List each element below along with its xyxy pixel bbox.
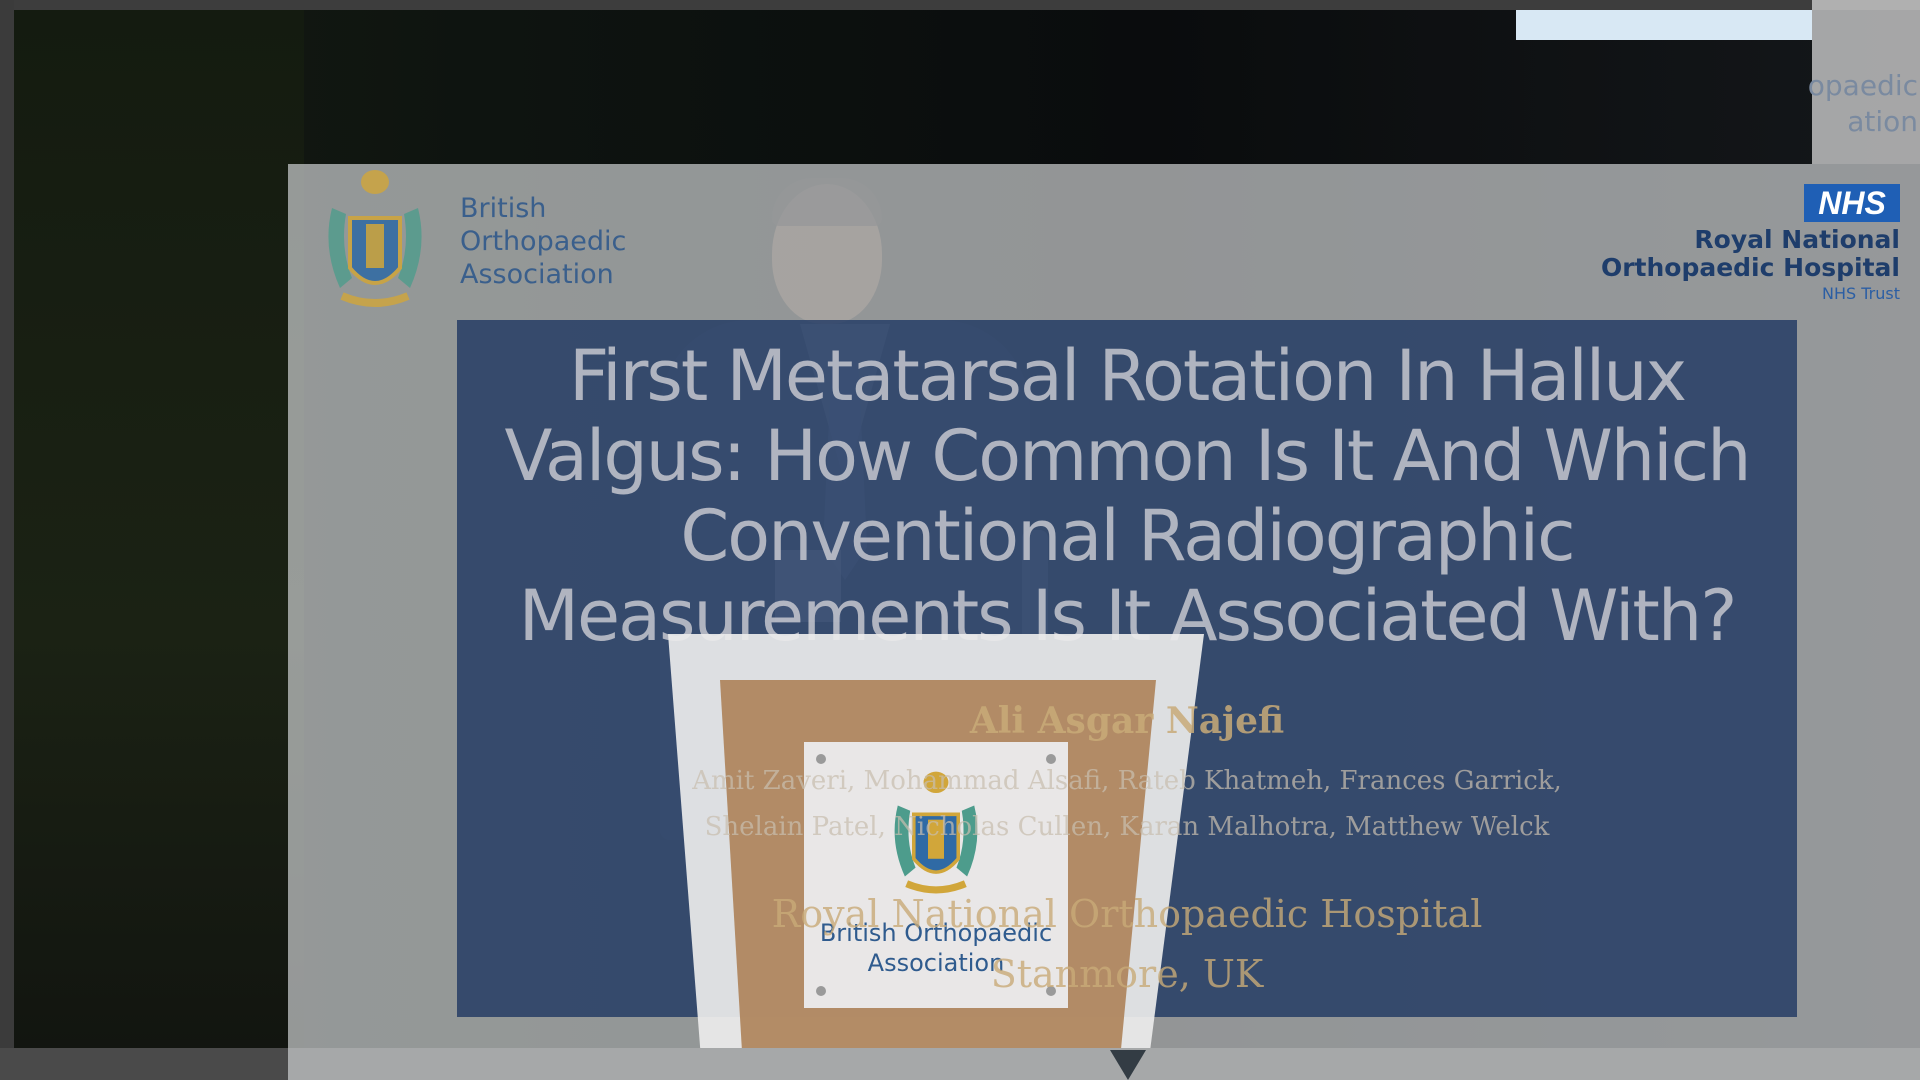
nhs-logo: NHS xyxy=(1804,184,1900,222)
boa-wordmark: British Orthopaedic Association xyxy=(460,193,627,290)
institution: Royal National Orthopaedic Hospital Stan… xyxy=(771,892,1483,996)
rnoh-name: Royal National Orthopaedic Hospital xyxy=(1600,225,1900,282)
boa-crest-logo xyxy=(328,170,422,307)
conference-video-frame: opaedic ation British Orthopaedic Associa… xyxy=(0,0,1920,1080)
frame-border-left xyxy=(0,0,14,1080)
background-org-text: opaedic ation xyxy=(1807,69,1918,138)
presenter-name: Ali Asgar Najefi xyxy=(969,700,1285,742)
rnoh-trust: NHS Trust xyxy=(1822,284,1900,303)
coauthor-list: Amit Zaveri, Mohammad Alsafi, Rateb Khat… xyxy=(692,766,1562,842)
slide-title: First Metatarsal Rotation In Hallux Valg… xyxy=(504,335,1752,657)
frame-border-top xyxy=(0,0,1920,10)
stage-light xyxy=(1516,10,1812,40)
stage-curtain xyxy=(14,10,304,1048)
